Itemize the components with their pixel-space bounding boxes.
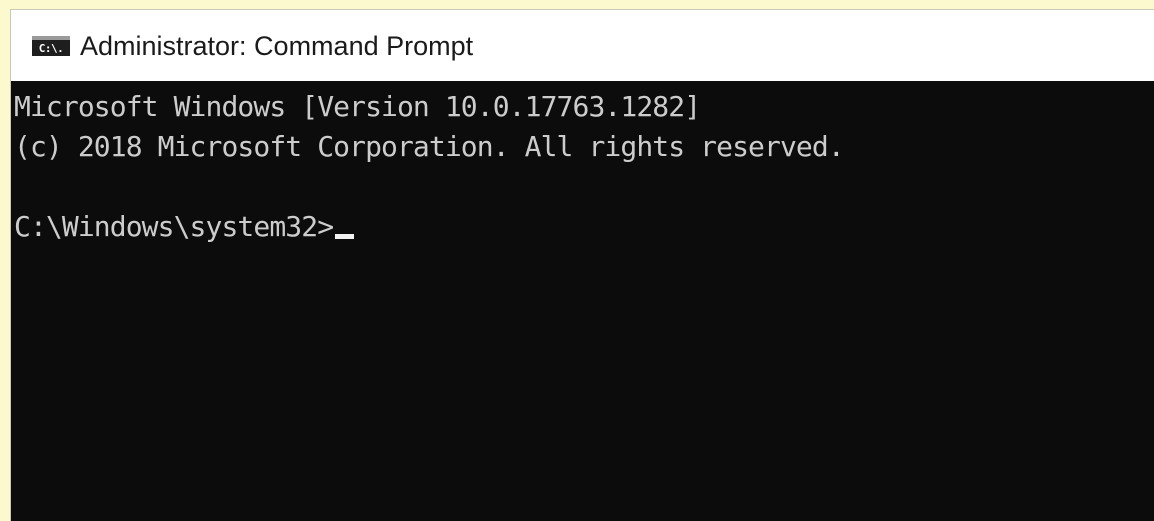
command-prompt-icon-glyph: C:\.	[38, 41, 64, 55]
title-bar[interactable]: C:\. Administrator: Command Prompt	[11, 10, 1154, 81]
text-cursor	[335, 234, 355, 239]
window-title: Administrator: Command Prompt	[80, 30, 474, 61]
command-prompt-window[interactable]: C:\. Administrator: Command Prompt Micro…	[10, 9, 1154, 521]
console-output-area[interactable]: Microsoft Windows [Version 10.0.17763.12…	[11, 81, 1154, 521]
console-line: (c) 2018 Microsoft Corporation. All righ…	[14, 130, 845, 163]
console-line: Microsoft Windows [Version 10.0.17763.12…	[14, 90, 701, 123]
prompt-path: C:\Windows\system32>	[14, 210, 334, 243]
command-line[interactable]: C:\Windows\system32>	[14, 207, 1154, 247]
command-prompt-icon[interactable]: C:\.	[32, 36, 70, 56]
